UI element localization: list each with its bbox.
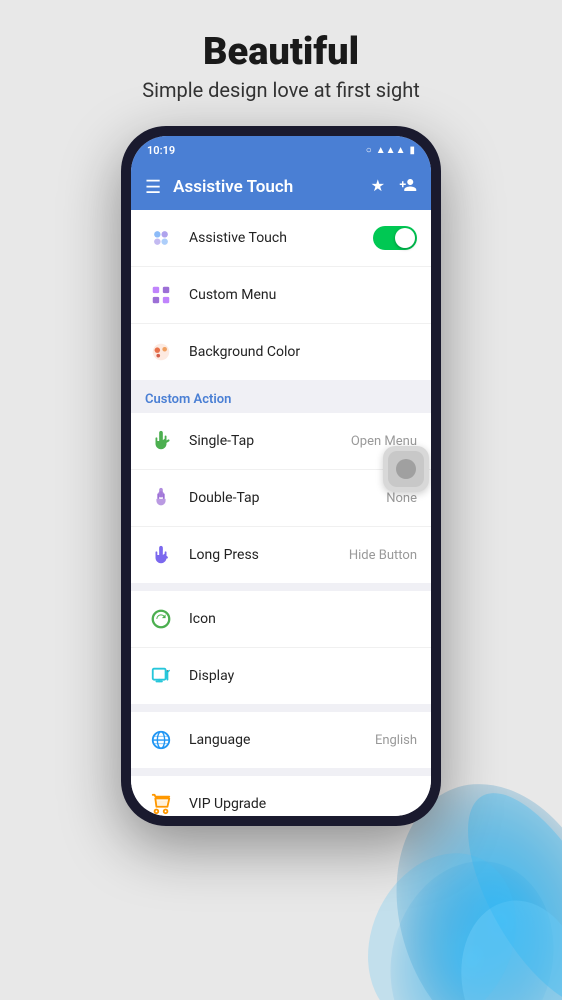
app-header: ☰ Assistive Touch ★ bbox=[131, 164, 431, 210]
menu-item-custom-menu[interactable]: Custom Menu bbox=[131, 267, 431, 324]
page-subtitle: Simple design love at first sight bbox=[142, 78, 420, 102]
background-color-icon-wrap bbox=[145, 336, 177, 368]
custom-menu-label: Custom Menu bbox=[189, 287, 417, 303]
battery-icon: ▮ bbox=[409, 145, 415, 156]
menu-item-assistive-touch[interactable]: Assistive Touch bbox=[131, 210, 431, 267]
single-tap-label: Single-Tap bbox=[189, 433, 351, 449]
dots-icon bbox=[150, 227, 172, 249]
vip-icon-wrap bbox=[145, 788, 177, 816]
toggle-thumb bbox=[395, 228, 415, 248]
cart-icon bbox=[150, 793, 172, 815]
status-time: 10:19 bbox=[147, 144, 175, 157]
assistive-touch-button[interactable] bbox=[383, 446, 429, 492]
assistive-touch-toggle[interactable] bbox=[373, 226, 417, 250]
status-icons: ○ ▲▲▲ ▮ bbox=[366, 145, 415, 156]
add-user-icon[interactable] bbox=[399, 176, 417, 198]
language-section: Language English bbox=[131, 712, 431, 768]
custom-action-label: Custom Action bbox=[131, 382, 431, 413]
double-tap-icon-wrap bbox=[145, 482, 177, 514]
main-section: Assistive Touch bbox=[131, 210, 431, 380]
phone-screen: 10:19 ○ ▲▲▲ ▮ ☰ Assistive Touch ★ bbox=[131, 136, 431, 816]
refresh-circle-icon bbox=[150, 608, 172, 630]
page-title: Beautiful bbox=[203, 30, 359, 74]
signal-icon: ▲▲▲ bbox=[376, 145, 406, 156]
globe-icon bbox=[150, 729, 172, 751]
custom-menu-icon-wrap bbox=[145, 279, 177, 311]
notification-icon: ○ bbox=[366, 145, 372, 156]
icon-item-icon-wrap bbox=[145, 603, 177, 635]
menu-item-long-press[interactable]: Long Press Hide Button bbox=[131, 527, 431, 583]
hand-hold-icon bbox=[150, 544, 172, 566]
status-bar: 10:19 ○ ▲▲▲ ▮ bbox=[131, 136, 431, 164]
language-icon-wrap bbox=[145, 724, 177, 756]
double-tap-label: Double-Tap bbox=[189, 490, 386, 506]
star-icon[interactable]: ★ bbox=[371, 176, 385, 198]
assistive-button-dot bbox=[396, 459, 416, 479]
palette-icon bbox=[150, 341, 172, 363]
menu-item-vip-upgrade[interactable]: VIP Upgrade bbox=[131, 776, 431, 816]
single-tap-icon-wrap bbox=[145, 425, 177, 457]
hand-point-icon bbox=[150, 430, 172, 452]
background-color-label: Background Color bbox=[189, 344, 417, 360]
icon-display-section: Icon Display bbox=[131, 591, 431, 704]
custom-action-section: Single-Tap Open Menu bbox=[131, 413, 431, 583]
hand-double-icon bbox=[150, 487, 172, 509]
language-label: Language bbox=[189, 732, 375, 748]
display-icon-wrap bbox=[145, 660, 177, 692]
grid-icon bbox=[150, 284, 172, 306]
icon-label: Icon bbox=[189, 611, 417, 627]
double-tap-value: None bbox=[386, 491, 417, 506]
assistive-touch-icon-wrap bbox=[145, 222, 177, 254]
assistive-button-inner bbox=[388, 451, 424, 487]
display-label: Display bbox=[189, 668, 417, 684]
language-value: English bbox=[375, 733, 417, 748]
screen-content[interactable]: Assistive Touch bbox=[131, 210, 431, 816]
long-press-value: Hide Button bbox=[349, 548, 417, 563]
header-actions: ★ bbox=[371, 176, 417, 198]
phone-mockup: 10:19 ○ ▲▲▲ ▮ ☰ Assistive Touch ★ bbox=[121, 126, 441, 826]
assistive-touch-label: Assistive Touch bbox=[189, 230, 373, 246]
long-press-label: Long Press bbox=[189, 547, 349, 563]
long-press-icon-wrap bbox=[145, 539, 177, 571]
vip-upgrade-label: VIP Upgrade bbox=[189, 796, 417, 812]
menu-item-icon[interactable]: Icon bbox=[131, 591, 431, 648]
phone-frame: 10:19 ○ ▲▲▲ ▮ ☰ Assistive Touch ★ bbox=[121, 126, 441, 826]
menu-item-display[interactable]: Display bbox=[131, 648, 431, 704]
menu-item-language[interactable]: Language English bbox=[131, 712, 431, 768]
display-icon bbox=[150, 665, 172, 687]
hamburger-icon[interactable]: ☰ bbox=[145, 177, 161, 198]
app-title: Assistive Touch bbox=[173, 177, 359, 197]
extras-section: VIP Upgrade bbox=[131, 776, 431, 816]
menu-item-background-color[interactable]: Background Color bbox=[131, 324, 431, 380]
